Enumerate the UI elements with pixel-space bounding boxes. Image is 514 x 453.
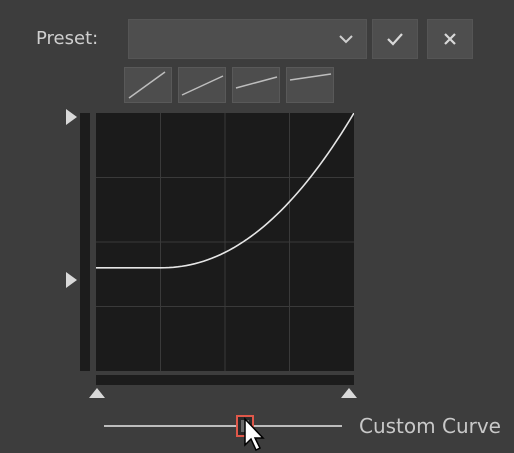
output-max-handle[interactable] xyxy=(66,109,77,125)
chevron-down-icon xyxy=(339,35,353,44)
curve-preset-flatter-button[interactable] xyxy=(232,67,280,103)
curve-preset-slight-button[interactable] xyxy=(178,67,226,103)
mouse-cursor-icon xyxy=(244,417,265,452)
output-min-handle[interactable] xyxy=(66,272,77,288)
input-max-handle[interactable] xyxy=(341,388,357,398)
curve-flatter-icon xyxy=(235,76,278,89)
delete-preset-button[interactable] xyxy=(427,19,473,59)
curve-preset-flattest-button[interactable] xyxy=(286,67,334,103)
vertical-track[interactable] xyxy=(80,113,90,371)
curve-graph[interactable] xyxy=(96,113,354,371)
preset-label: Preset: xyxy=(36,28,99,49)
apply-preset-button[interactable] xyxy=(372,19,418,59)
close-icon xyxy=(444,33,456,45)
curve-preset-linear-button[interactable] xyxy=(124,67,172,103)
check-icon xyxy=(387,33,403,46)
curve-flattest-icon xyxy=(289,73,332,81)
preset-dropdown[interactable] xyxy=(128,19,367,59)
custom-curve-slider-track[interactable] xyxy=(104,425,342,427)
custom-curve-label: Custom Curve xyxy=(359,414,501,438)
input-min-handle[interactable] xyxy=(89,388,105,398)
curve-panel: Preset: Custom Curve xyxy=(0,0,514,453)
horizontal-track[interactable] xyxy=(96,375,354,385)
curve-slight-icon xyxy=(181,75,224,96)
curve-linear-icon xyxy=(128,71,166,99)
